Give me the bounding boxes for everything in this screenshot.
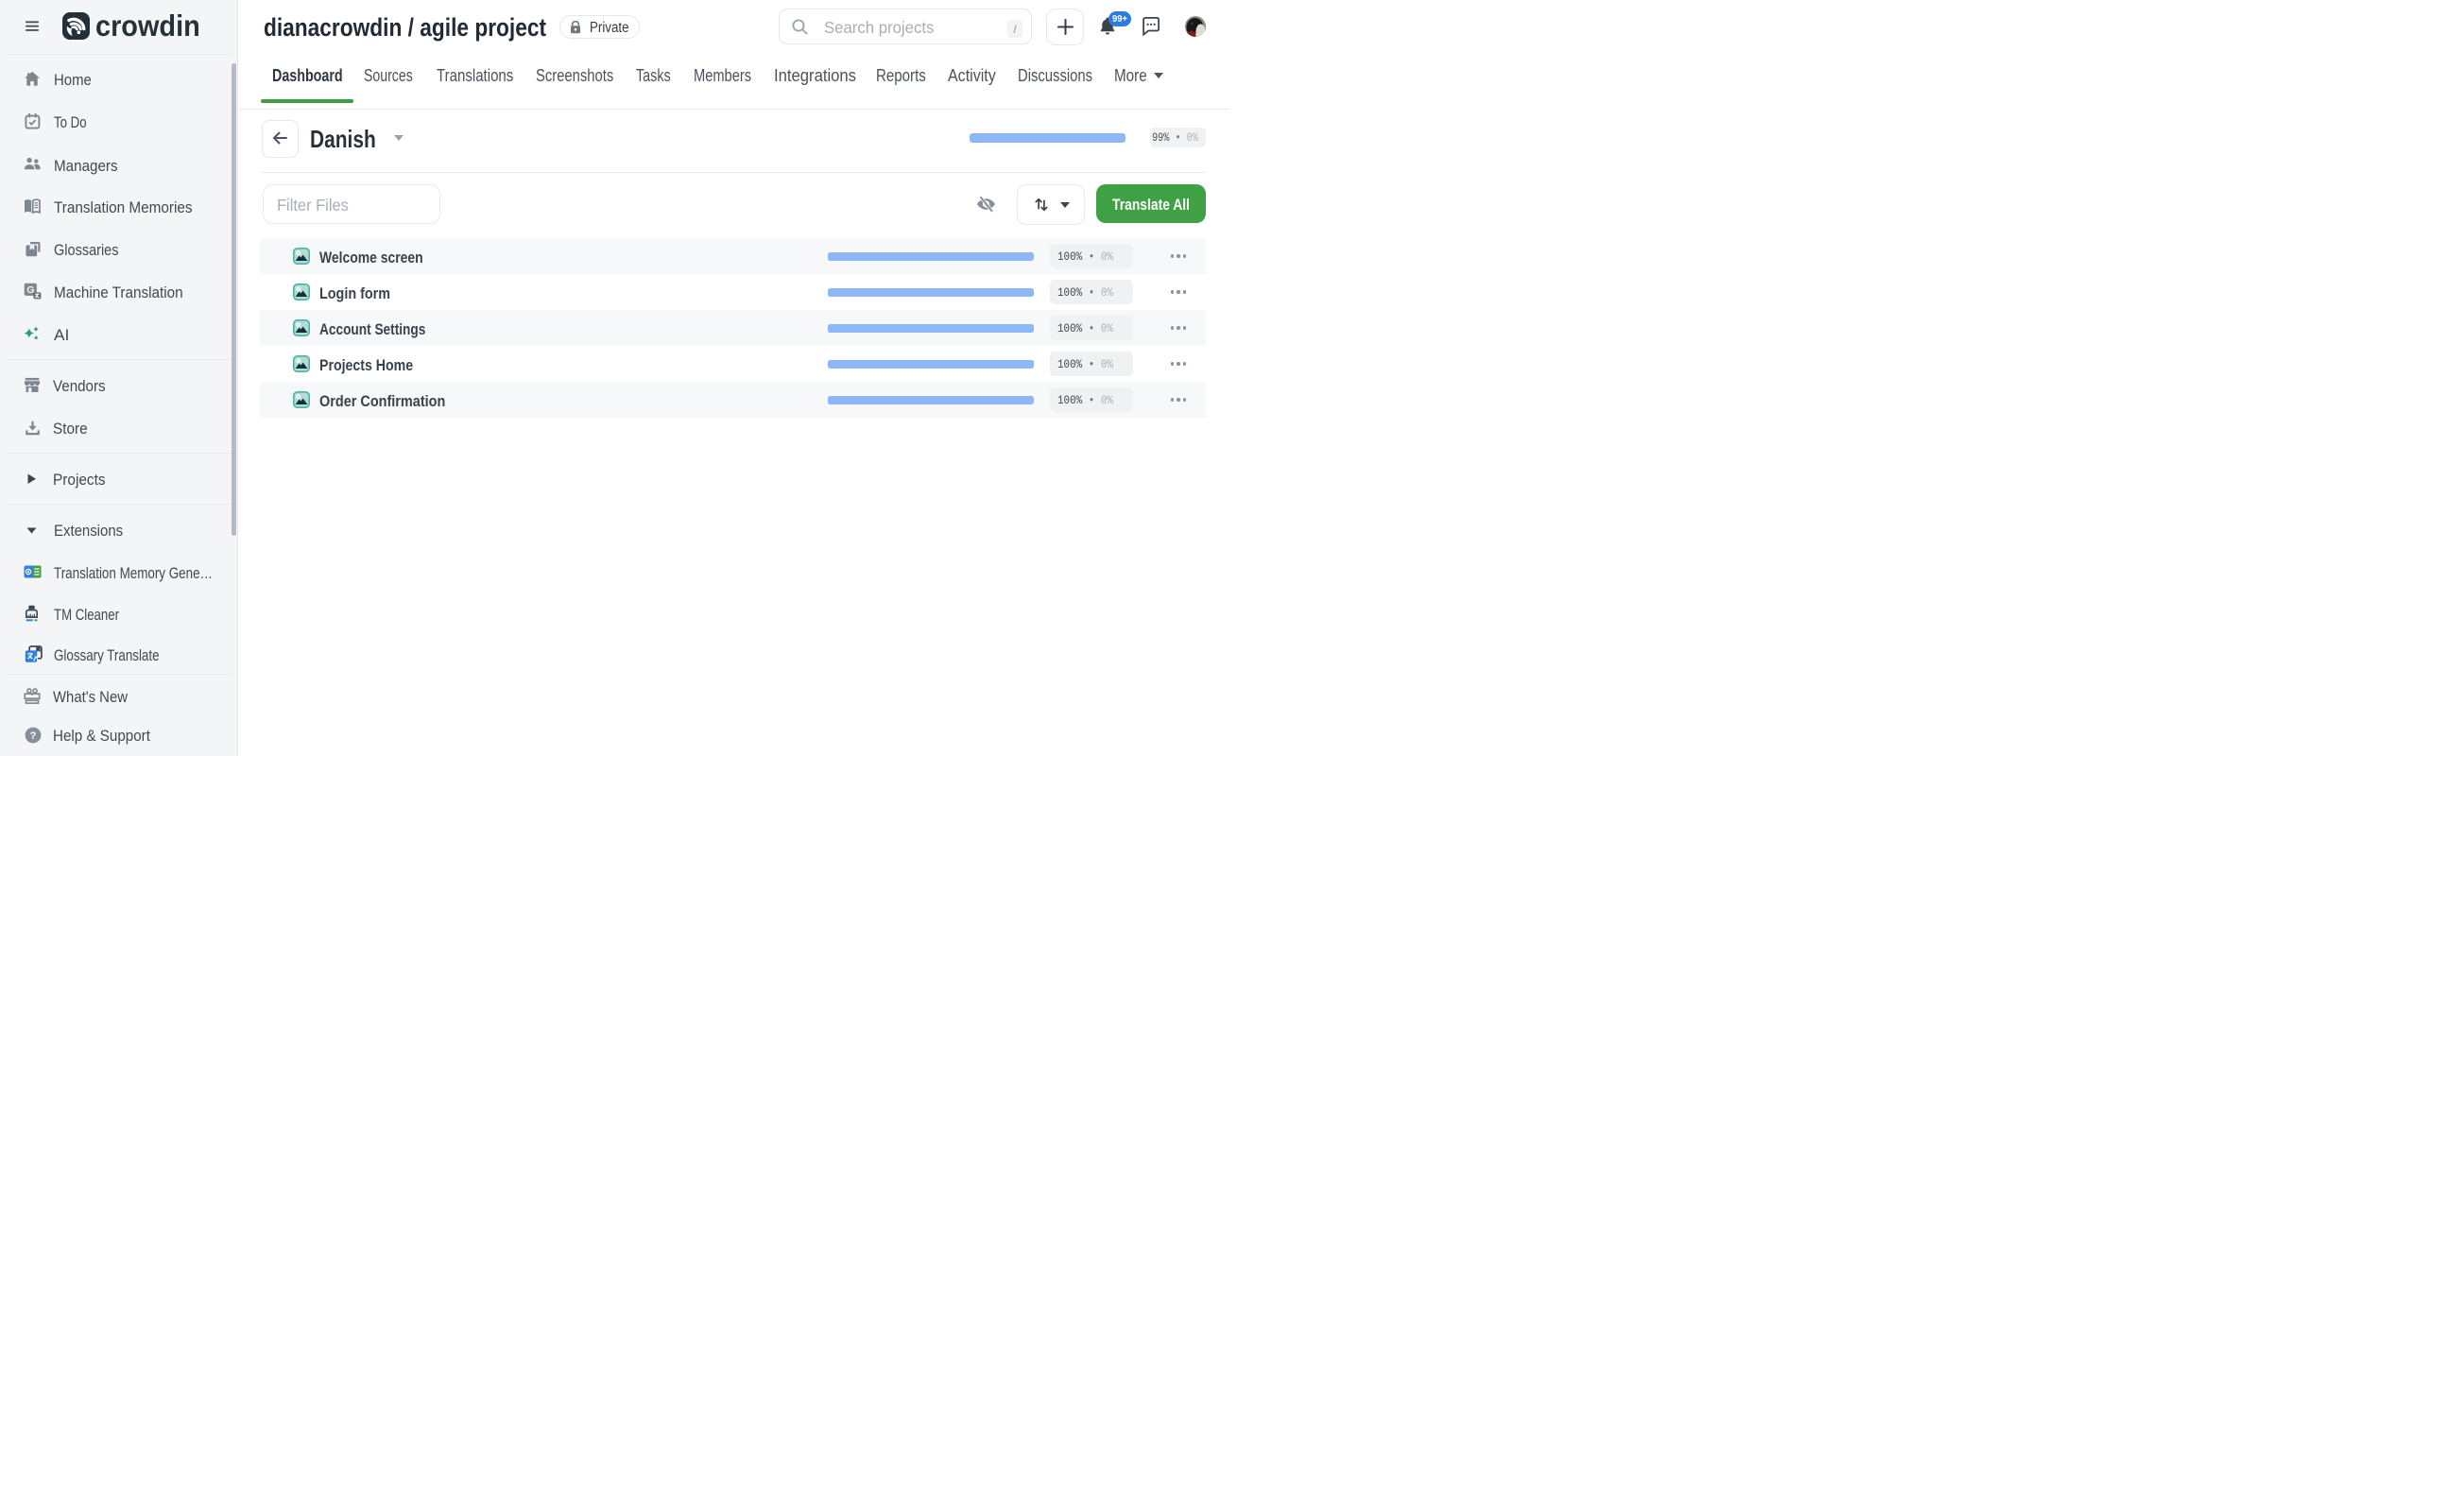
svg-text:?: ? <box>29 730 36 742</box>
svg-text:G: G <box>26 284 34 296</box>
